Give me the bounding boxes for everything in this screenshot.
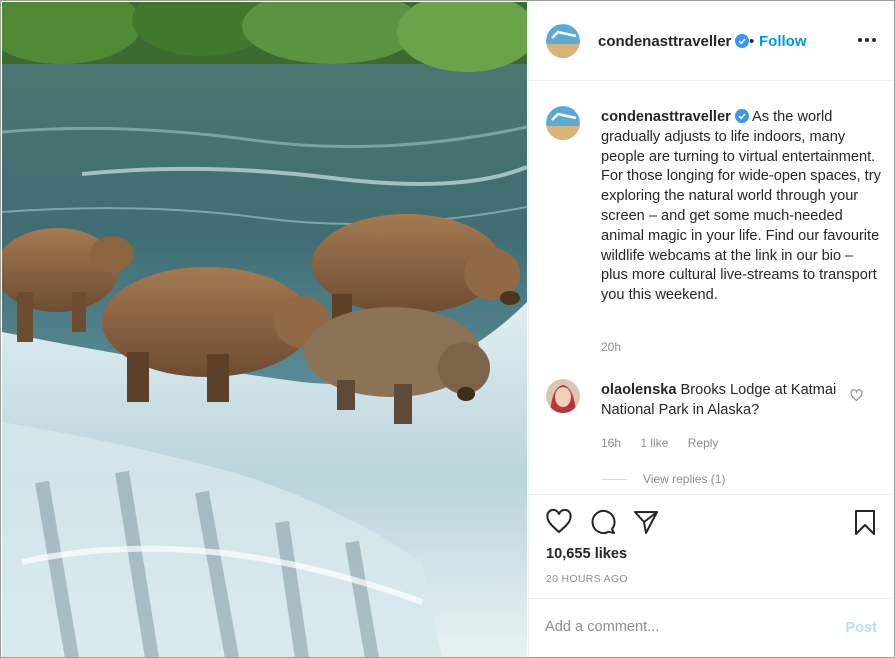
comment: olaolenska Brooks Lodge at Katmai Nation… <box>601 381 841 421</box>
comments-section: condenasttraveller As the world graduall… <box>529 82 894 494</box>
bears-waterfall-image <box>2 2 527 657</box>
caption-text: As the world gradually adjusts to life i… <box>601 109 881 304</box>
comment-username[interactable]: olaolenska <box>601 382 676 398</box>
traveller-logo-icon <box>546 24 580 58</box>
comment-meta: 16h 1 like Reply <box>601 436 734 450</box>
header-separator: • <box>749 33 755 50</box>
likes-count[interactable]: 10,655 likes <box>546 546 627 562</box>
profile-avatar[interactable] <box>546 24 580 58</box>
add-comment-bar: Post <box>529 598 894 657</box>
post-side-panel: condenasttraveller • Follow condenasttra… <box>528 2 894 657</box>
comment-icon[interactable] <box>589 508 617 536</box>
post-dialog: condenasttraveller • Follow condenasttra… <box>0 0 895 658</box>
caption: condenasttraveller As the world graduall… <box>601 108 881 306</box>
caption-time[interactable]: 20h <box>601 340 621 354</box>
post-comment-button[interactable]: Post <box>845 620 877 636</box>
replies-divider <box>601 479 627 481</box>
commenter-avatar[interactable] <box>546 379 580 413</box>
verified-badge-icon <box>735 34 750 48</box>
verified-badge-icon <box>734 109 749 123</box>
post-header: condenasttraveller • Follow <box>529 2 894 81</box>
post-timestamp[interactable]: 20 HOURS AGO <box>546 573 628 585</box>
caption-avatar[interactable] <box>546 106 580 140</box>
traveller-logo-icon <box>546 106 580 140</box>
action-bar: 10,655 likes 20 HOURS AGO <box>529 494 894 598</box>
view-replies-label: View replies (1) <box>643 472 726 486</box>
post-photo[interactable] <box>2 2 527 657</box>
follow-button[interactable]: Follow <box>759 33 807 50</box>
reply-button[interactable]: Reply <box>688 436 719 450</box>
comment-likes[interactable]: 1 like <box>640 436 668 450</box>
paper-plane-icon[interactable] <box>632 508 660 536</box>
view-replies-button[interactable]: View replies (1) <box>601 472 725 486</box>
comment-like-heart-icon[interactable] <box>850 389 863 402</box>
more-horizontal-icon[interactable] <box>857 30 877 50</box>
comment-time[interactable]: 16h <box>601 436 621 450</box>
user-photo-icon <box>546 379 580 413</box>
caption-username[interactable]: condenasttraveller <box>601 109 731 125</box>
header-username[interactable]: condenasttraveller <box>598 33 750 50</box>
bookmark-icon[interactable] <box>851 508 879 536</box>
heart-icon[interactable] <box>545 508 573 536</box>
add-comment-input[interactable] <box>545 619 815 635</box>
